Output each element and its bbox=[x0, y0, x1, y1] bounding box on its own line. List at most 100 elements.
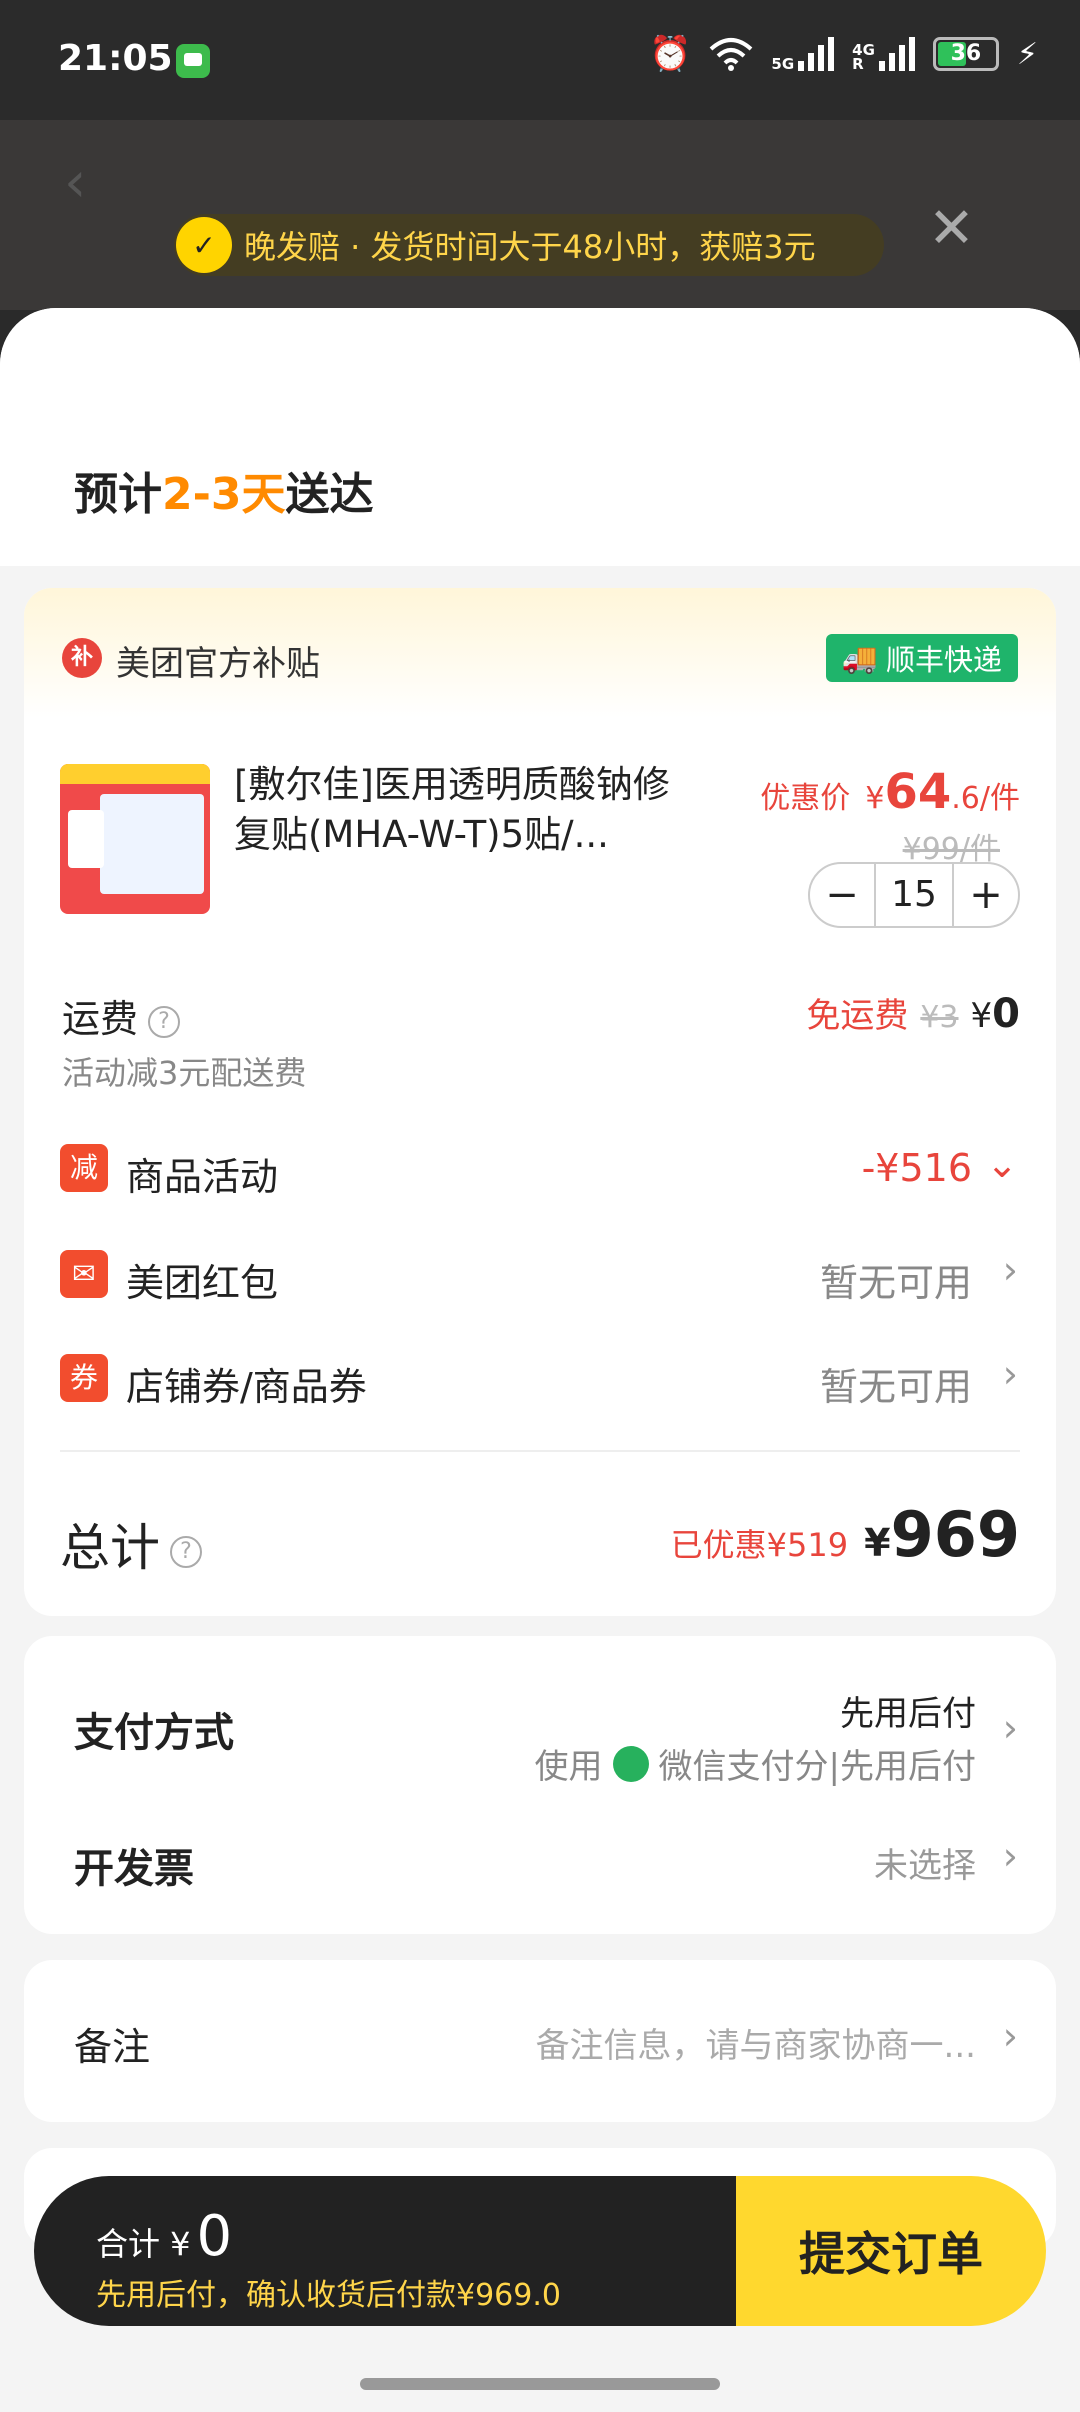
total-yen: ¥ bbox=[864, 1521, 891, 1565]
payment-method: 微信支付分|先用后付 bbox=[658, 1747, 976, 1787]
note-card[interactable]: 备注 备注信息，请与商家协商一... › bbox=[24, 1960, 1056, 2122]
product-image[interactable] bbox=[60, 764, 210, 914]
close-icon[interactable]: ✕ bbox=[928, 196, 975, 261]
back-arrow-icon[interactable]: ‹ bbox=[64, 150, 86, 215]
signal-5g-icon: 5G bbox=[771, 37, 835, 73]
status-icons: ⏰ 5G 4G R 36 ⚡ bbox=[649, 34, 1038, 74]
battery-level: 36 bbox=[950, 41, 982, 66]
chevron-down-icon: ⌄ bbox=[986, 1142, 1018, 1186]
activity-value: -¥516 bbox=[861, 1146, 972, 1190]
invoice-row[interactable]: 开发票 未选择 › bbox=[24, 1806, 1056, 1926]
quantity-input[interactable]: 15 bbox=[874, 864, 954, 926]
free-shipping-label: 免运费 bbox=[806, 996, 909, 1036]
invoice-value: 未选择 bbox=[874, 1846, 976, 1886]
signal-4g-icon: 4G R bbox=[852, 37, 915, 73]
guarantee-shield-icon: ✓ bbox=[176, 217, 232, 273]
status-bar: 21:05 ⏰ 5G 4G R 36 ⚡ bbox=[0, 0, 1080, 120]
checkout-summary: 合计 ¥0 先用后付，确认收货后付款¥969.0 bbox=[34, 2176, 736, 2326]
chevron-right-icon: › bbox=[1002, 1352, 1018, 1396]
total-value: 969 bbox=[890, 1498, 1020, 1571]
discount-icon: 减 bbox=[60, 1144, 108, 1192]
coupon-value: 暂无可用 bbox=[819, 1365, 972, 1409]
roaming-label: R bbox=[852, 55, 864, 73]
sf-express-label: 顺丰快递 bbox=[885, 643, 1002, 677]
payment-card: 支付方式 先用后付 使用 微信支付分|先用后付 › 开发票 未选择 › bbox=[24, 1636, 1056, 1934]
chevron-right-icon: › bbox=[1002, 1248, 1018, 1292]
chevron-right-icon: › bbox=[1002, 1706, 1018, 1750]
submit-order-button[interactable]: 提交订单 bbox=[736, 2176, 1046, 2326]
help-icon[interactable]: ? bbox=[170, 1535, 202, 1568]
price-label: 优惠价 bbox=[760, 781, 851, 816]
total-label: 总计? bbox=[60, 1508, 202, 1580]
home-indicator[interactable] bbox=[360, 2378, 720, 2390]
total-amount: 已优惠¥519 ¥ 969 bbox=[671, 1498, 1020, 1571]
alarm-icon: ⏰ bbox=[649, 34, 692, 74]
signal-5g-label: 5G bbox=[771, 55, 795, 73]
redpacket-label: 美团红包 bbox=[126, 1261, 279, 1305]
checkout-note: 先用后付，确认收货后付款¥969.0 bbox=[96, 2278, 561, 2313]
price-unit: /件 bbox=[979, 781, 1020, 816]
subsidy-label: 美团官方补贴 bbox=[116, 644, 320, 684]
activity-label: 商品活动 bbox=[126, 1155, 279, 1199]
redpacket-value: 暂无可用 bbox=[819, 1261, 972, 1305]
shipping-fee-note: 活动减3元配送费 bbox=[62, 1054, 307, 1092]
shipping-fee-text: 运费 bbox=[62, 997, 139, 1041]
truck-icon: 🚚 bbox=[841, 640, 878, 675]
sf-express-badge: 🚚 顺丰快递 bbox=[825, 634, 1018, 682]
chevron-right-icon: › bbox=[1002, 1834, 1018, 1878]
payment-line1: 先用后付 bbox=[840, 1694, 976, 1734]
banner-text: 晚发赔 · 发货时间大于48小时，获赔3元 bbox=[244, 228, 816, 266]
eta-days: 2-3天 bbox=[162, 469, 286, 520]
total-text: 总计 bbox=[60, 1519, 160, 1577]
checkout-total: 合计 ¥0 bbox=[96, 2204, 232, 2269]
shipping-fee-label: 运费? bbox=[62, 988, 181, 1043]
delivery-estimate: 预计2-3天送达 bbox=[74, 458, 374, 522]
price-int: 64 bbox=[884, 764, 952, 820]
subsidy-icon: 补 bbox=[62, 638, 102, 678]
increase-button[interactable]: + bbox=[954, 872, 1018, 918]
shipping-fee-value: 免运费 ¥3 ¥0 bbox=[806, 988, 1020, 1037]
shipping-fee-amount: ¥0 bbox=[970, 991, 1020, 1037]
original-shipping-fee: ¥3 bbox=[920, 1000, 959, 1035]
product-title[interactable]: [敷尔佳]医用透明质酸钠修复贴(MHA-W-T)5贴/... bbox=[234, 760, 694, 860]
checkout-total-value: 0 bbox=[196, 2204, 233, 2269]
note-input[interactable]: 备注信息，请与商家协商一... bbox=[536, 2018, 976, 2067]
late-delivery-banner: ✓ 晚发赔 · 发货时间大于48小时，获赔3元 bbox=[174, 214, 884, 276]
shipping-yen: ¥ bbox=[970, 996, 993, 1036]
wechat-pay-score-icon bbox=[612, 1745, 649, 1782]
message-notification-icon bbox=[176, 44, 210, 78]
order-sheet: 预计2-3天送达 补 美团官方补贴 🚚 顺丰快递 [敷尔佳]医用透明质酸钠修复贴… bbox=[0, 308, 1080, 2412]
checkout-total-label: 合计 ¥ bbox=[96, 2225, 191, 2263]
battery-icon: 36 bbox=[932, 37, 999, 71]
product-card: 补 美团官方补贴 🚚 顺丰快递 [敷尔佳]医用透明质酸钠修复贴(MHA-W-T)… bbox=[24, 588, 1056, 1616]
product-price: 优惠价 ¥64.6/件 bbox=[760, 764, 1020, 820]
eta-suffix: 送达 bbox=[285, 469, 374, 520]
eta-prefix: 预计 bbox=[74, 469, 162, 520]
divider bbox=[60, 1450, 1020, 1452]
help-icon[interactable]: ? bbox=[148, 1005, 181, 1038]
coupon-label: 店铺券/商品券 bbox=[126, 1365, 367, 1409]
redpacket-row[interactable]: ✉ 美团红包 暂无可用 › bbox=[24, 1234, 1056, 1314]
coupon-row[interactable]: 券 店铺券/商品券 暂无可用 › bbox=[24, 1338, 1056, 1418]
charging-icon: ⚡ bbox=[1016, 36, 1038, 72]
wifi-icon bbox=[710, 38, 753, 71]
payment-use-text: 使用 bbox=[534, 1747, 603, 1787]
chevron-right-icon: › bbox=[1002, 2014, 1018, 2058]
quantity-stepper: − 15 + bbox=[808, 862, 1020, 928]
activity-row[interactable]: 减 商品活动 -¥516 ⌄ bbox=[24, 1128, 1056, 1208]
payment-value: 先用后付 使用 微信支付分|先用后付 bbox=[535, 1686, 976, 1788]
price-yen: ¥ bbox=[865, 781, 885, 816]
payment-label: 支付方式 bbox=[74, 1710, 234, 1756]
coupon-icon: 券 bbox=[60, 1354, 108, 1402]
clock: 21:05 bbox=[58, 38, 173, 79]
decrease-button[interactable]: − bbox=[810, 872, 874, 918]
payment-line2: 使用 微信支付分|先用后付 bbox=[535, 1739, 976, 1788]
payment-row[interactable]: 支付方式 先用后付 使用 微信支付分|先用后付 › bbox=[24, 1636, 1056, 1806]
total-saved: 已优惠¥519 bbox=[670, 1526, 849, 1564]
red-envelope-icon: ✉ bbox=[60, 1250, 108, 1298]
shipping-fee-number: 0 bbox=[992, 991, 1020, 1037]
checkout-bar: 合计 ¥0 先用后付，确认收货后付款¥969.0 提交订单 bbox=[34, 2176, 1046, 2326]
invoice-label: 开发票 bbox=[74, 1846, 194, 1892]
note-label: 备注 bbox=[74, 2025, 151, 2069]
price-decimal: .6 bbox=[951, 781, 980, 816]
